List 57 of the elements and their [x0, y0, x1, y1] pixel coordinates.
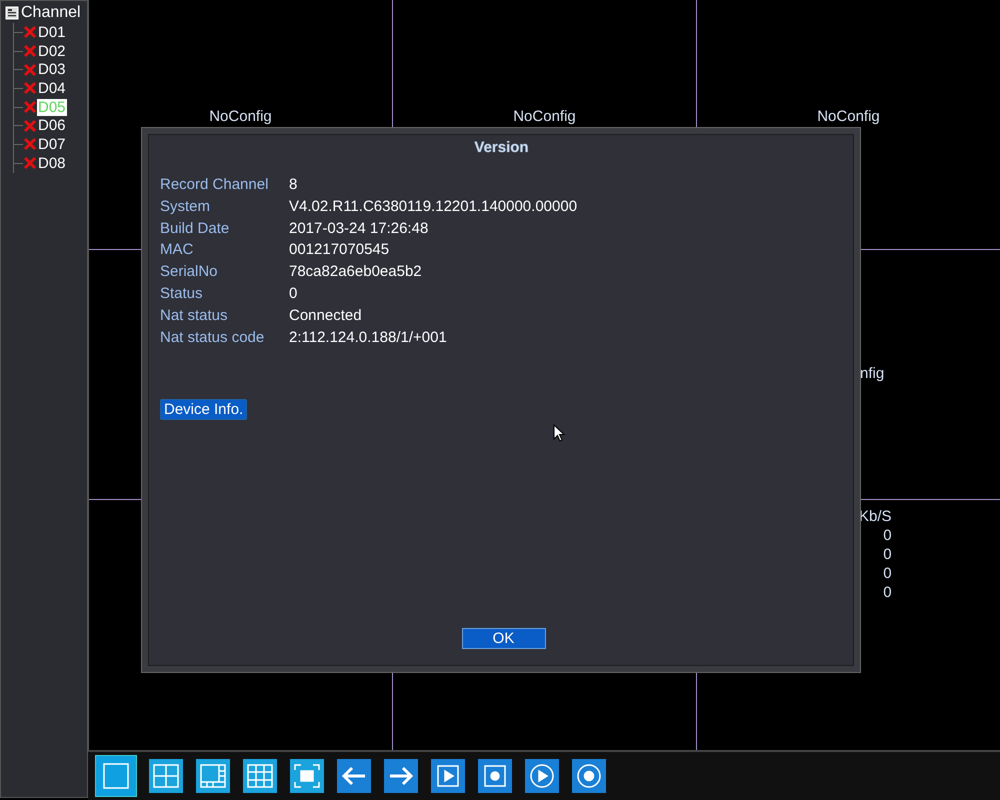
- play-square-button[interactable]: [431, 759, 465, 793]
- cursor-icon: [553, 424, 565, 442]
- channel-item[interactable]: D06: [37, 117, 67, 134]
- right-button[interactable]: [384, 759, 418, 793]
- cross-icon: [23, 62, 37, 77]
- channel-item[interactable]: D03: [37, 61, 67, 78]
- channel-item[interactable]: D07: [37, 136, 67, 153]
- channel-item[interactable]: D02: [37, 42, 67, 60]
- split-button[interactable]: [196, 759, 230, 793]
- cell-status: NoConfig: [513, 109, 576, 125]
- list-icon: [5, 6, 19, 20]
- channel-item[interactable]: D04: [37, 80, 67, 97]
- info-value: 2017-03-24 17:26:48: [289, 218, 428, 239]
- dialog-title: Version: [473, 139, 530, 156]
- info-value: 001217070545: [289, 240, 390, 260]
- ok-button[interactable]: OK: [462, 628, 546, 649]
- cross-icon: [23, 100, 37, 114]
- info-label: Record Channel: [160, 175, 270, 195]
- channel-item[interactable]: D01: [37, 24, 67, 41]
- info-label: SerialNo: [160, 262, 219, 282]
- cell-status: NoConfig: [209, 109, 272, 125]
- fullscreen-button[interactable]: [290, 759, 324, 793]
- info-value: 0: [289, 284, 298, 304]
- info-value: 8: [289, 175, 298, 195]
- play-circle-button[interactable]: [525, 759, 559, 793]
- info-label: Status: [160, 284, 204, 304]
- tree-title: Channel: [21, 4, 81, 22]
- stats-value: 0: [883, 526, 892, 545]
- cross-icon: [23, 25, 37, 40]
- record-circle-button[interactable]: [572, 759, 606, 793]
- info-value: V4.02.R11.C6380119.12201.140000.00000: [289, 196, 578, 217]
- info-label: Nat status: [160, 306, 229, 326]
- cell-status: nfig: [860, 365, 884, 382]
- cross-icon: [23, 44, 37, 58]
- channel-item[interactable]: D08: [37, 154, 67, 172]
- info-label: Nat status code: [160, 328, 266, 348]
- stats-value: 0: [883, 583, 892, 602]
- nine-button[interactable]: [243, 759, 277, 793]
- info-value: 78ca82a6eb0ea5b2: [289, 262, 422, 282]
- info-value: Connected: [289, 306, 362, 326]
- stats-value: 0: [883, 564, 892, 583]
- cross-icon: [23, 156, 37, 170]
- cross-icon: [23, 137, 37, 152]
- info-value: 2:112.124.0.188/1/+001: [289, 328, 447, 348]
- info-label: MAC: [160, 240, 194, 260]
- cross-icon: [23, 118, 37, 133]
- device-info-button[interactable]: Device Info.: [160, 399, 248, 420]
- stats-value: 0: [883, 545, 892, 564]
- record-square-button[interactable]: [478, 759, 512, 793]
- info-label: Build Date: [160, 218, 230, 239]
- cross-icon: [23, 81, 37, 96]
- left-button[interactable]: [337, 759, 371, 793]
- single-button[interactable]: [96, 756, 136, 796]
- cell-status: NoConfig: [817, 109, 880, 125]
- info-label: System: [160, 196, 212, 217]
- quad-button[interactable]: [149, 759, 183, 793]
- square-icon: [101, 761, 131, 791]
